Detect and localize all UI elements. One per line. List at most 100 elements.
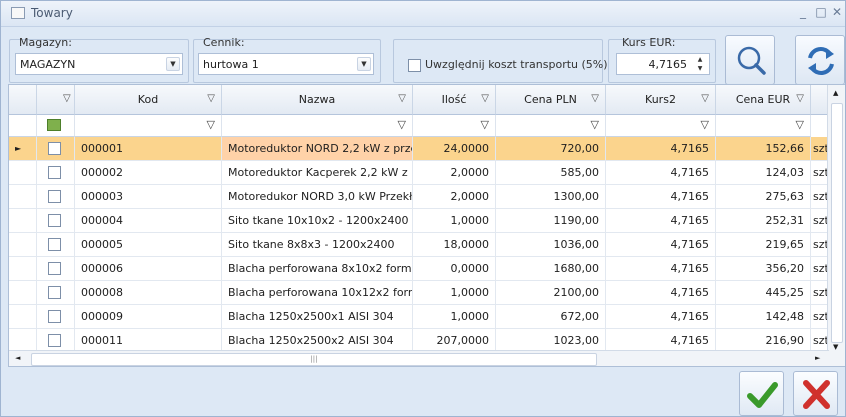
refresh-button[interactable] [795, 35, 845, 85]
maximize-button[interactable]: □ [814, 5, 828, 19]
cell-kurs2[interactable]: 4,7165 [606, 233, 716, 257]
horizontal-scroll-thumb[interactable]: ||| [31, 353, 597, 366]
cell-ilosc[interactable]: 0,0000 [413, 257, 496, 281]
header-nazwa[interactable]: Nazwa ▽ [222, 85, 413, 115]
cell-cena-pln[interactable]: 720,00 [496, 137, 606, 161]
row-checkbox[interactable] [37, 233, 75, 257]
filter-cell-kod[interactable]: ▽ [75, 115, 222, 137]
cell-kurs2[interactable]: 4,7165 [606, 281, 716, 305]
cell-kurs2[interactable]: 4,7165 [606, 185, 716, 209]
table-row[interactable]: 000009 Blacha 1250x2500x1 AISI 304 1,0000 6… [9, 305, 829, 329]
table-row[interactable]: 000004 Sito tkane 10x10x2 - 1200x2400 1,00… [9, 209, 829, 233]
cell-cena-pln[interactable]: 1190,00 [496, 209, 606, 233]
checkbox-icon[interactable] [48, 238, 61, 251]
scroll-right-icon[interactable]: ► [815, 354, 820, 362]
kurs-eur-input[interactable]: 4,7165 ▲ ▼ [616, 53, 710, 75]
minimize-button[interactable]: _ [796, 5, 810, 19]
cell-cena-eur[interactable]: 252,31 [716, 209, 811, 233]
cell-kurs2[interactable]: 4,7165 [606, 305, 716, 329]
scroll-down-icon[interactable]: ▼ [833, 343, 838, 351]
chevron-down-icon[interactable]: ▼ [166, 57, 180, 71]
cell-cena-eur[interactable]: 142,48 [716, 305, 811, 329]
cell-ilosc[interactable]: 1,0000 [413, 281, 496, 305]
cell-cena-pln[interactable]: 2100,00 [496, 281, 606, 305]
cell-ilosc[interactable]: 1,0000 [413, 209, 496, 233]
header-checkbox-col[interactable]: ▽ [37, 85, 75, 115]
cell-cena-eur[interactable]: 152,66 [716, 137, 811, 161]
cell-kod[interactable]: 000003 [75, 185, 222, 209]
row-checkbox[interactable] [37, 305, 75, 329]
filter-funnel-icon[interactable]: ▽ [591, 118, 599, 131]
table-row[interactable]: 000008Blacha perforowana 10x12x2 format.… [9, 281, 829, 305]
cell-nazwa[interactable]: Blacha perforowana 10x12x2 format... [222, 281, 413, 305]
filter-funnel-icon[interactable]: ▽ [481, 93, 489, 104]
cell-cena-pln[interactable]: 1680,00 [496, 257, 606, 281]
checkbox-icon[interactable] [48, 262, 61, 275]
filter-funnel-icon[interactable]: ▽ [591, 93, 599, 104]
cell-kurs2[interactable]: 4,7165 [606, 257, 716, 281]
ok-button[interactable] [739, 371, 784, 416]
cell-nazwa[interactable]: Sito tkane 8x8x3 - 1200x2400 [222, 233, 413, 257]
cell-kod[interactable]: 000001 [75, 137, 222, 161]
row-checkbox[interactable] [37, 257, 75, 281]
header-kod[interactable]: Kod ▽ [75, 85, 222, 115]
vertical-scrollbar[interactable]: ▲ ▼ [827, 85, 845, 366]
cell-kod[interactable]: 000006 [75, 257, 222, 281]
filter-cell-cena-eur[interactable]: ▽ [716, 115, 811, 137]
cell-cena-eur[interactable]: 275,63 [716, 185, 811, 209]
row-checkbox[interactable] [37, 185, 75, 209]
header-kurs2[interactable]: Kurs2 ▽ [606, 85, 716, 115]
chevron-down-icon[interactable]: ▼ [357, 57, 371, 71]
cell-nazwa[interactable]: Motoreduktor Kacperek 2,2 kW z prz... [222, 161, 413, 185]
checkbox-icon[interactable] [48, 334, 61, 347]
filter-checkbox-icon[interactable] [47, 119, 61, 131]
cell-kod[interactable]: 000009 [75, 305, 222, 329]
filter-funnel-icon[interactable]: ▽ [398, 93, 406, 104]
cell-cena-eur[interactable]: 445,25 [716, 281, 811, 305]
cell-cena-pln[interactable]: 1036,00 [496, 233, 606, 257]
checkbox-icon[interactable] [48, 286, 61, 299]
magazyn-select[interactable]: MAGAZYN ▼ [15, 53, 183, 75]
horizontal-scrollbar[interactable]: ◄ ||| ► [9, 350, 829, 366]
cell-kod[interactable]: 000002 [75, 161, 222, 185]
transport-checkbox[interactable] [408, 59, 421, 72]
cell-cena-eur[interactable]: 356,20 [716, 257, 811, 281]
header-cena-pln[interactable]: Cena PLN ▽ [496, 85, 606, 115]
table-row[interactable]: 000006Blacha perforowana 8x10x2 format 1… [9, 257, 829, 281]
row-checkbox[interactable] [37, 137, 75, 161]
row-checkbox[interactable] [37, 209, 75, 233]
search-button[interactable] [725, 35, 775, 85]
filter-funnel-icon[interactable]: ▽ [207, 93, 215, 104]
filter-funnel-icon[interactable]: ▽ [63, 93, 71, 104]
cell-ilosc[interactable]: 24,0000 [413, 137, 496, 161]
filter-funnel-icon[interactable]: ▽ [701, 93, 709, 104]
cell-kurs2[interactable]: 4,7165 [606, 209, 716, 233]
cell-cena-pln[interactable]: 672,00 [496, 305, 606, 329]
checkbox-icon[interactable] [48, 166, 61, 179]
cell-kod[interactable]: 000005 [75, 233, 222, 257]
vertical-scroll-thumb[interactable] [831, 103, 843, 343]
filter-cell-nazwa[interactable]: ▽ [222, 115, 413, 137]
filter-cell-kurs2[interactable]: ▽ [606, 115, 716, 137]
cancel-button[interactable] [793, 371, 838, 416]
header-cena-eur[interactable]: Cena EUR ▽ [716, 85, 811, 115]
cell-kurs2[interactable]: 4,7165 [606, 137, 716, 161]
filter-funnel-icon[interactable]: ▽ [398, 118, 406, 131]
cell-nazwa[interactable]: Motoreduktor NORD 2,2 kW z przekł... [222, 137, 413, 161]
table-row[interactable]: 000003Motoredukor NORD 3,0 kW Przekład..… [9, 185, 829, 209]
scroll-left-icon[interactable]: ◄ [15, 354, 20, 362]
header-ilosc[interactable]: Ilość ▽ [413, 85, 496, 115]
cell-nazwa[interactable]: Sito tkane 10x10x2 - 1200x2400 [222, 209, 413, 233]
checkbox-icon[interactable] [48, 190, 61, 203]
filter-funnel-icon[interactable]: ▽ [207, 118, 215, 131]
cell-nazwa[interactable]: Blacha 1250x2500x1 AISI 304 [222, 305, 413, 329]
cell-ilosc[interactable]: 1,0000 [413, 305, 496, 329]
cell-nazwa[interactable]: Motoredukor NORD 3,0 kW Przekład... [222, 185, 413, 209]
filter-funnel-icon[interactable]: ▽ [481, 118, 489, 131]
close-button[interactable]: ✕ [830, 5, 844, 19]
filter-cell-checkbox[interactable] [37, 115, 75, 137]
checkbox-icon[interactable] [48, 214, 61, 227]
cell-nazwa[interactable]: Blacha perforowana 8x10x2 format 1... [222, 257, 413, 281]
filter-cell-ilosc[interactable]: ▽ [413, 115, 496, 137]
cell-cena-eur[interactable]: 219,65 [716, 233, 811, 257]
